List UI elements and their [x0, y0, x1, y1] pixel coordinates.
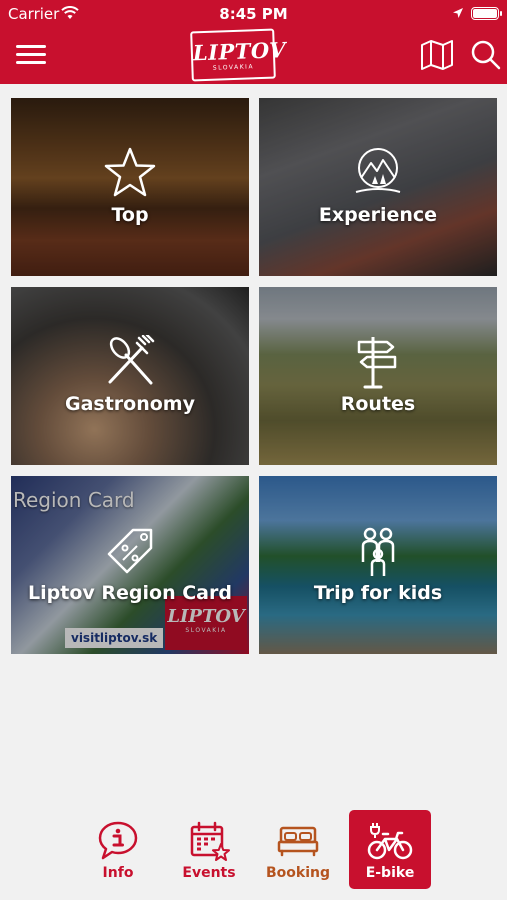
tile-liptov-region-card[interactable]: Region Card visitliptov.sk LIPTOV SLOVAK… [11, 476, 249, 654]
tile-trip-for-kids[interactable]: Trip for kids [259, 476, 497, 654]
tile-top[interactable]: Top [11, 98, 249, 276]
tab-booking-label: Booking [265, 865, 330, 881]
spoon-fork-icon [108, 335, 155, 385]
liptov-logo[interactable]: LIPTOV SLOVAKIA [190, 28, 287, 82]
tile-label: Routes [340, 393, 416, 415]
tab-booking[interactable]: Booking [257, 810, 339, 889]
tile-gastronomy[interactable]: Gastronomy [11, 287, 249, 465]
tile-label: Top [111, 204, 149, 226]
battery-icon [471, 7, 502, 20]
tile-experience[interactable]: Experience [259, 98, 497, 276]
tile-label: Trip for kids [313, 582, 443, 604]
tile-routes[interactable]: Routes [259, 287, 497, 465]
hamburger-menu-icon[interactable] [14, 40, 48, 70]
tab-e-bike-label: E-bike [365, 865, 415, 881]
landscape-icon [355, 148, 401, 193]
tab-info-label: Info [102, 865, 134, 881]
map-icon[interactable] [419, 38, 455, 72]
tab-events-label: Events [182, 865, 236, 881]
tile-label: Liptov Region Card [28, 582, 232, 604]
search-icon[interactable] [470, 38, 502, 72]
calendar-icon [190, 821, 230, 861]
discount-tag-icon [107, 528, 153, 574]
star-icon [104, 147, 156, 197]
logo-word: LIPTOV [192, 37, 287, 66]
tab-events[interactable]: Events [168, 810, 250, 889]
status-bar: Carrier 8:45 PM [0, 0, 507, 28]
tile-label: Experience [318, 204, 438, 226]
ebike-icon [367, 823, 413, 860]
signpost-icon [357, 337, 397, 389]
bottom-tab-bar: Info Events Booking E-bike [0, 803, 507, 900]
tab-e-bike[interactable]: E-bike [349, 810, 431, 889]
tile-label: Gastronomy [65, 393, 195, 415]
family-icon [361, 527, 395, 576]
app-header: LIPTOV SLOVAKIA [0, 28, 507, 84]
status-time: 8:45 PM [219, 5, 288, 23]
tab-info[interactable]: Info [77, 810, 159, 889]
bed-icon [277, 826, 319, 857]
info-icon [98, 821, 138, 860]
location-arrow-icon [453, 8, 463, 18]
